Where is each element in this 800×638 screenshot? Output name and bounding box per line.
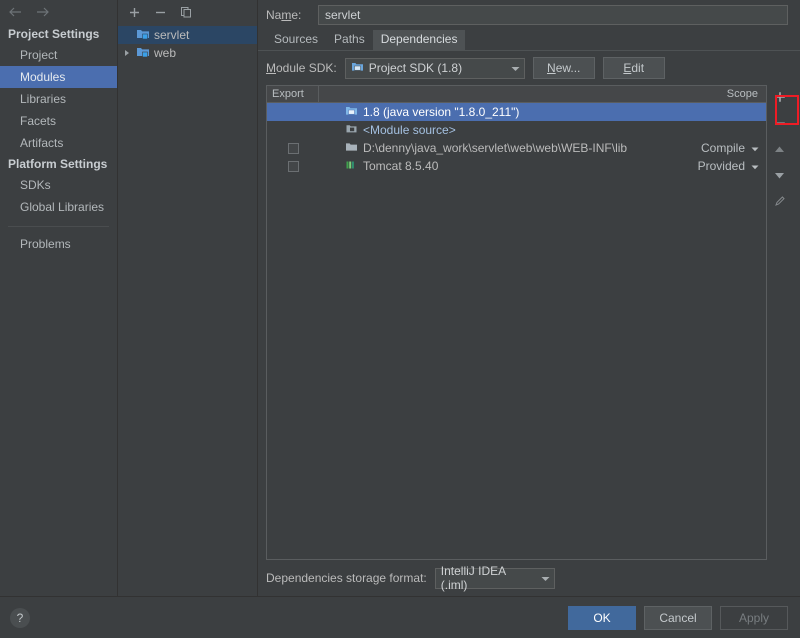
column-header-scope[interactable]: Scope	[688, 88, 766, 100]
table-row[interactable]: <Module source>	[267, 121, 766, 139]
module-source-icon	[345, 123, 358, 138]
storage-format-label: Dependencies storage format:	[266, 571, 427, 585]
sidebar-item-problems[interactable]: Problems	[0, 233, 117, 255]
sidebar-group-project-settings: Project Settings	[8, 27, 100, 41]
storage-format-row: Dependencies storage format: IntelliJ ID…	[258, 560, 800, 596]
tree-item-servlet[interactable]: servlet	[118, 26, 257, 44]
dependencies-side-toolbar	[767, 85, 792, 560]
table-row[interactable]: 1.8 (java version "1.8.0_211")	[267, 103, 766, 121]
sidebar-item-sdks[interactable]: SDKs	[0, 174, 117, 196]
dependency-name-cell: <Module source>	[319, 123, 688, 138]
module-name-row: Name:	[258, 0, 800, 30]
sidebar-nav-arrows	[0, 0, 117, 24]
help-button[interactable]: ?	[10, 607, 30, 628]
dialog-footer: ? OK Cancel Apply	[0, 596, 800, 638]
export-checkbox[interactable]	[287, 160, 299, 172]
sidebar-item-facets[interactable]: Facets	[0, 110, 117, 132]
dependencies-table: Export Scope 1.8 (java version "1.8.0_21…	[266, 85, 767, 560]
dialog-body: Project Settings Project Modules Librari…	[0, 0, 800, 596]
chevron-down-icon	[751, 159, 759, 173]
sidebar-item-artifacts[interactable]: Artifacts	[0, 132, 117, 154]
settings-sidebar: Project Settings Project Modules Librari…	[0, 0, 118, 596]
sdk-icon	[345, 105, 358, 120]
table-row[interactable]: D:\denny\java_work\servlet\web\web\WEB-I…	[267, 139, 766, 157]
scope-cell[interactable]: Compile	[688, 141, 766, 155]
folder-icon	[345, 141, 358, 156]
project-structure-dialog: Project Settings Project Modules Librari…	[0, 0, 800, 638]
dependencies-table-body: 1.8 (java version "1.8.0_211") <Module s…	[267, 103, 766, 559]
module-tabs: Sources Paths Dependencies	[258, 30, 800, 50]
module-name-input[interactable]	[318, 5, 788, 25]
add-module-button[interactable]	[126, 4, 142, 20]
sdk-icon	[351, 61, 364, 76]
tree-item-label: servlet	[154, 28, 190, 42]
dependency-name-cell: 1.8 (java version "1.8.0_211")	[319, 105, 688, 120]
column-header-export[interactable]: Export	[267, 86, 319, 102]
module-sdk-row: Module SDK: Project SDK (1.8) New... Edi…	[258, 51, 800, 85]
apply-button: Apply	[720, 605, 788, 630]
tab-sources[interactable]: Sources	[266, 30, 326, 50]
module-editor-panel: Name: Sources Paths Dependencies Module …	[258, 0, 800, 596]
export-checkbox[interactable]	[287, 142, 299, 154]
dependency-name-label: Tomcat 8.5.40	[363, 159, 439, 173]
dependencies-table-wrap: Export Scope 1.8 (java version "1.8.0_21…	[266, 85, 792, 560]
copy-module-button[interactable]	[178, 4, 194, 20]
add-dependency-button[interactable]	[770, 87, 790, 107]
sidebar-item-libraries[interactable]: Libraries	[0, 88, 117, 110]
scope-cell[interactable]: Provided	[688, 159, 766, 173]
dependency-name-label: 1.8 (java version "1.8.0_211")	[363, 105, 520, 119]
tree-item-web[interactable]: web	[118, 44, 257, 62]
arrow-left-icon[interactable]	[8, 5, 22, 19]
dependency-name-label: <Module source>	[363, 123, 456, 137]
sidebar-item-modules[interactable]: Modules	[0, 66, 117, 88]
edit-sdk-button[interactable]: Edit	[602, 57, 665, 79]
tab-dependencies[interactable]: Dependencies	[372, 30, 466, 50]
module-tree-panel: servlet web	[118, 0, 258, 596]
module-sdk-value: Project SDK (1.8)	[368, 61, 463, 75]
export-cell	[267, 142, 319, 154]
cancel-button[interactable]: Cancel	[644, 605, 712, 630]
edit-dependency-button[interactable]	[770, 191, 790, 211]
module-sdk-label: Module SDK:	[266, 61, 337, 75]
dependencies-table-header: Export Scope	[267, 86, 766, 103]
sidebar-item-project[interactable]: Project	[0, 44, 117, 66]
dependency-name-label: D:\denny\java_work\servlet\web\web\WEB-I…	[363, 141, 628, 155]
ok-button[interactable]: OK	[568, 605, 636, 630]
sidebar-item-global-libraries[interactable]: Global Libraries	[0, 196, 117, 218]
export-cell	[267, 160, 319, 172]
remove-dependency-button[interactable]	[770, 113, 790, 133]
sidebar-group-platform-settings: Platform Settings	[8, 157, 108, 171]
remove-module-button[interactable]	[152, 4, 168, 20]
module-tree-toolbar	[118, 0, 257, 24]
table-row[interactable]: Tomcat 8.5.40 Provided	[267, 157, 766, 175]
scope-value: Compile	[700, 141, 745, 155]
module-sdk-combo[interactable]: Project SDK (1.8)	[344, 57, 525, 79]
chevron-down-icon	[501, 61, 520, 75]
module-folder-icon	[136, 46, 150, 61]
storage-format-combo[interactable]: IntelliJ IDEA (.iml)	[434, 564, 555, 592]
chevron-right-icon[interactable]	[122, 48, 132, 58]
library-icon	[345, 159, 358, 174]
storage-format-value: IntelliJ IDEA (.iml)	[440, 564, 506, 592]
chevron-down-icon	[751, 141, 759, 155]
module-folder-icon	[136, 28, 150, 43]
chevron-down-icon	[531, 571, 550, 585]
scope-value: Provided	[697, 159, 745, 173]
sidebar-divider	[8, 226, 109, 227]
move-up-button[interactable]	[770, 139, 790, 159]
move-down-button[interactable]	[770, 165, 790, 185]
dependency-name-cell: Tomcat 8.5.40	[319, 159, 688, 174]
module-name-label: Name:	[266, 8, 302, 22]
arrow-right-icon[interactable]	[36, 5, 50, 19]
dependency-name-cell: D:\denny\java_work\servlet\web\web\WEB-I…	[319, 141, 688, 156]
module-tree-list: servlet web	[118, 24, 257, 596]
new-sdk-button[interactable]: New...	[532, 57, 595, 79]
tab-paths[interactable]: Paths	[326, 30, 373, 50]
tree-item-label: web	[154, 46, 177, 60]
